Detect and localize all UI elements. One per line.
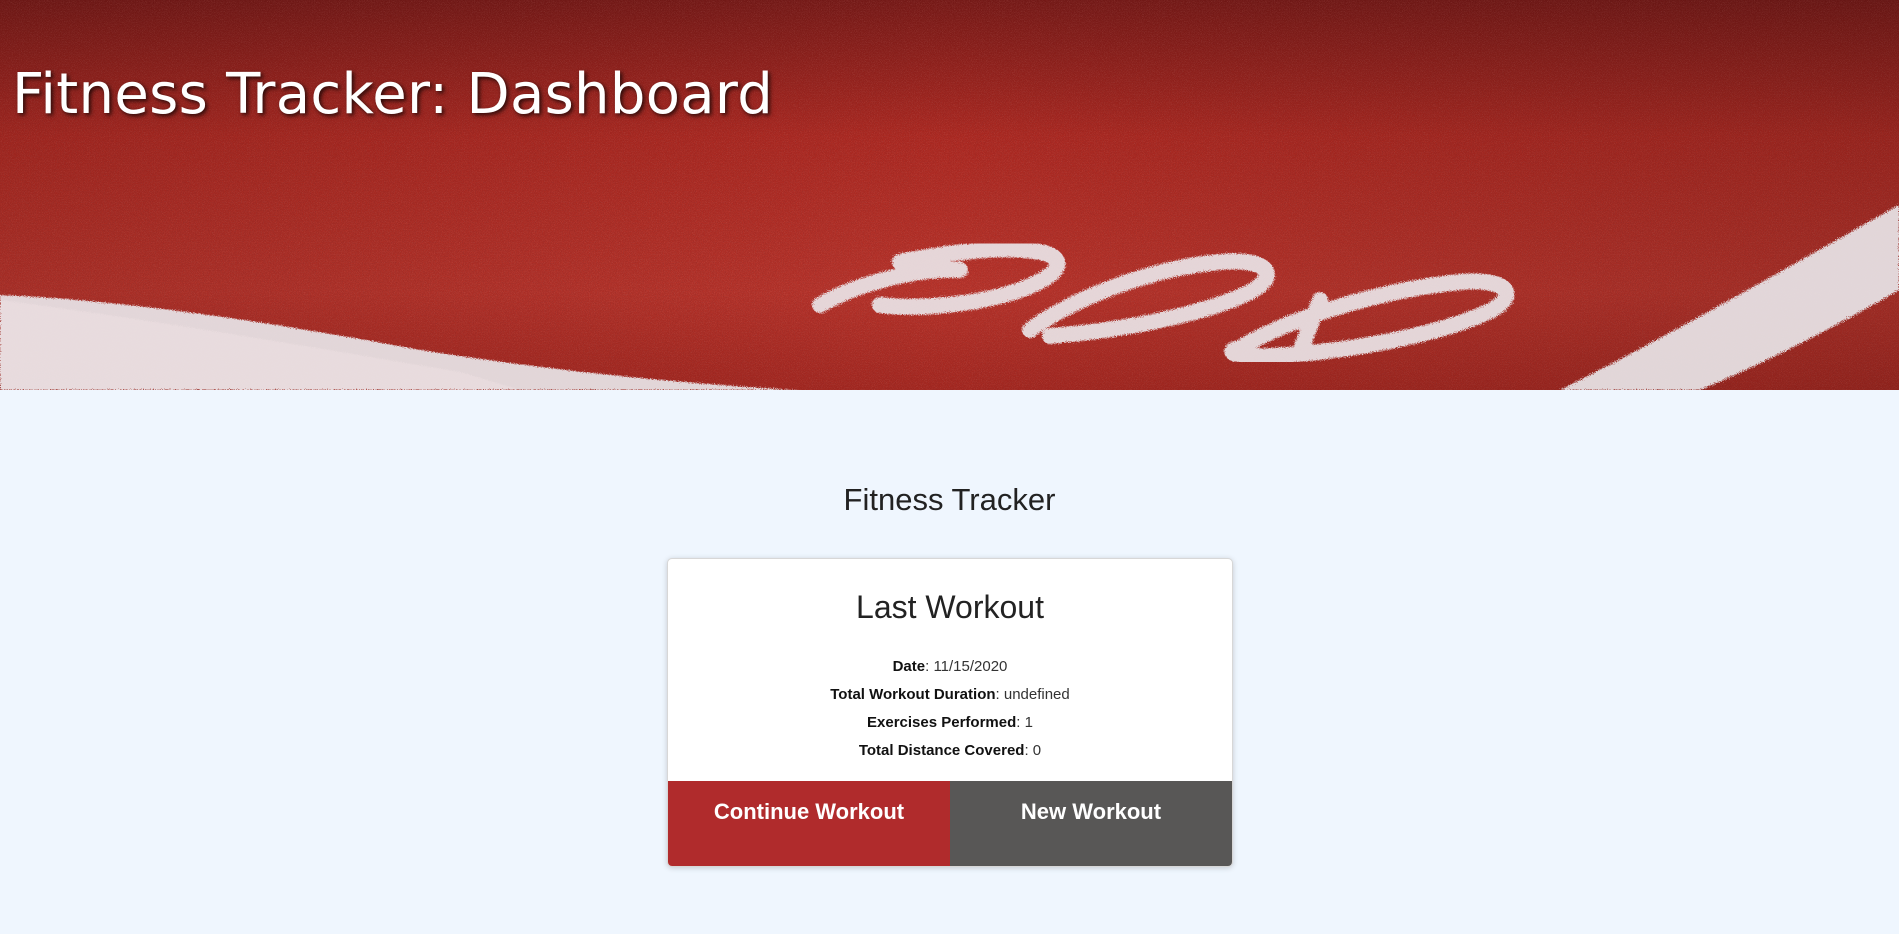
stat-label: Exercises Performed (867, 714, 1017, 731)
page-heading: Fitness Tracker (843, 482, 1056, 517)
running-track-image (0, 0, 1899, 390)
stat-total-duration: Total Workout Duration: undefined (668, 681, 1232, 709)
stat-exercises-performed: Exercises Performed: 1 (668, 709, 1232, 737)
stat-total-distance: Total Distance Covered: 0 (668, 737, 1232, 765)
new-workout-button[interactable]: New Workout (950, 781, 1232, 866)
continue-workout-button[interactable]: Continue Workout (668, 781, 950, 866)
stat-label: Date (892, 658, 926, 675)
stat-date: Date: 11/15/2020 (668, 653, 1232, 681)
hero-banner: Fitness Tracker: Dashboard (0, 0, 1899, 390)
stat-label: Total Distance Covered (858, 742, 1025, 759)
card-title: Last Workout (856, 589, 1044, 625)
stat-value: : 1 (1016, 714, 1033, 731)
card-actions: Continue Workout New Workout (668, 781, 1232, 866)
stat-label: Total Workout Duration (830, 686, 996, 703)
stat-value: : undefined (995, 686, 1070, 703)
stat-value: : 11/15/2020 (925, 658, 1008, 675)
workout-stats-list: Date: 11/15/2020 Total Workout Duration:… (668, 653, 1232, 765)
last-workout-card: Last Workout Date: 11/15/2020 Total Work… (667, 558, 1233, 867)
dashboard-title: Fitness Tracker: Dashboard (12, 62, 774, 127)
stat-value: : 0 (1024, 742, 1042, 759)
